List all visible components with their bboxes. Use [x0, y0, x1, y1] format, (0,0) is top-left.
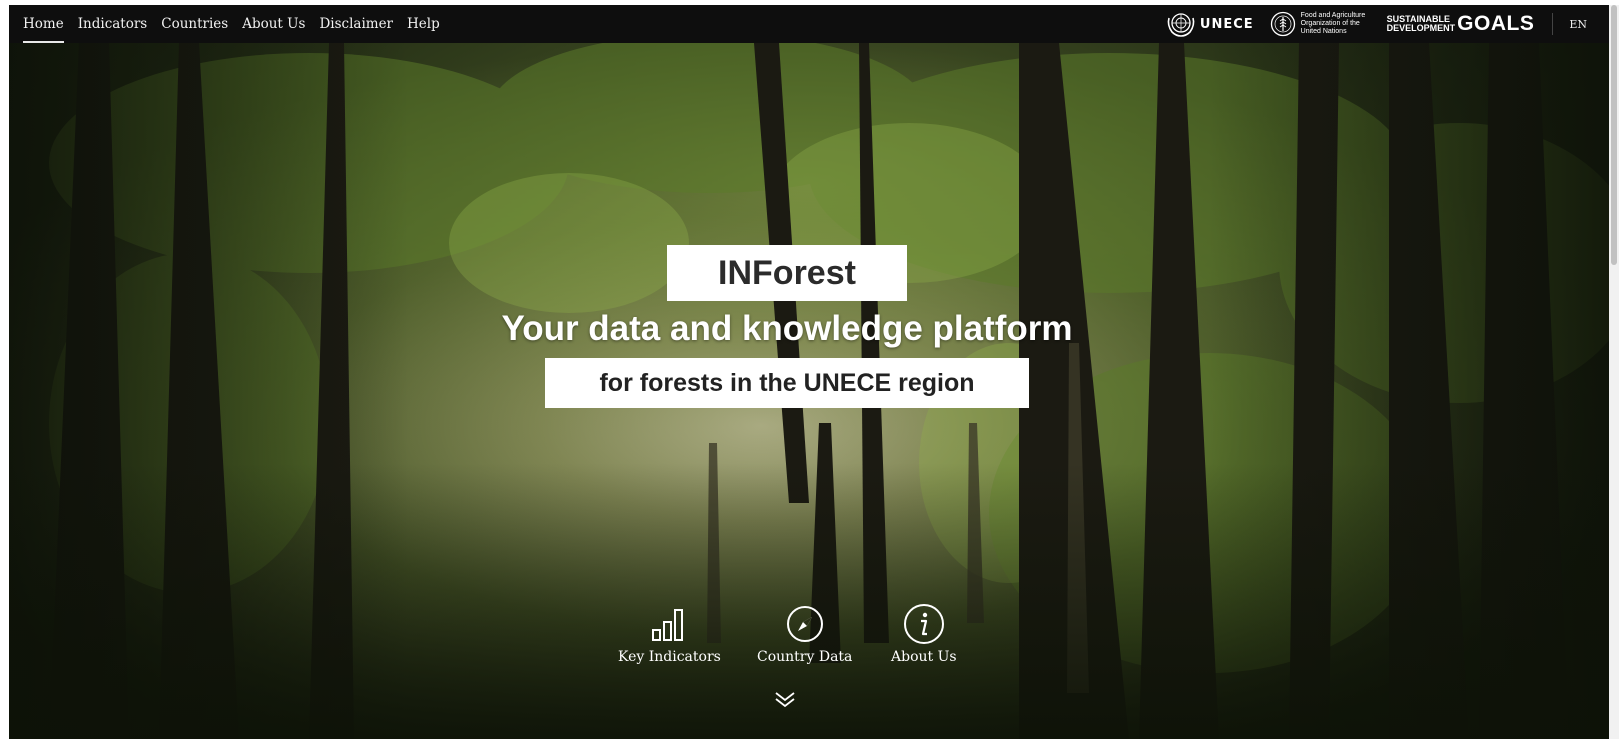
- main-nav: Home Indicators Countries About Us Discl…: [23, 5, 454, 43]
- hero-subtitle: Your data and knowledge platform: [501, 309, 1073, 348]
- fao-emblem-icon: [1270, 11, 1295, 37]
- scroll-down-chevron-icon[interactable]: [774, 691, 796, 713]
- quick-link-about-us[interactable]: About Us: [891, 603, 957, 665]
- quick-link-key-indicators[interactable]: Key Indicators: [618, 603, 721, 665]
- nav-disclaimer[interactable]: Disclaimer: [319, 16, 393, 32]
- nav-home[interactable]: Home: [23, 16, 64, 43]
- fao-logo-text: Food and Agriculture Organization of the…: [1300, 12, 1366, 35]
- browser-viewport: Home Indicators Countries About Us Discl…: [9, 5, 1609, 739]
- sdg-logo-small-text: SUSTAINABLE DEVELOPMENT: [1387, 15, 1456, 33]
- nav-countries[interactable]: Countries: [161, 16, 228, 32]
- quick-link-label: About Us: [891, 649, 957, 665]
- bar-chart-icon: [649, 603, 689, 645]
- hero-tagline: for forests in the UNECE region: [599, 368, 975, 397]
- fao-logo[interactable]: Food and Agriculture Organization of the…: [1270, 11, 1371, 37]
- sdg-goals-text: GOALS: [1457, 12, 1535, 35]
- top-navigation-bar: Home Indicators Countries About Us Discl…: [9, 5, 1609, 43]
- nav-help[interactable]: Help: [407, 16, 440, 32]
- page-scrollbar[interactable]: [1609, 5, 1619, 739]
- partner-logos: UNECE Food and Agriculture Organization …: [1166, 5, 1609, 43]
- quick-link-label: Country Data: [757, 649, 853, 665]
- un-emblem-icon: [1167, 13, 1195, 37]
- sdg-logo[interactable]: SUSTAINABLE DEVELOPMENT GOALS: [1387, 12, 1535, 36]
- scrollbar-thumb[interactable]: [1611, 5, 1617, 265]
- site-title-box: INForest: [667, 245, 907, 301]
- divider: [1552, 13, 1554, 35]
- nav-about-us[interactable]: About Us: [242, 16, 305, 32]
- site-title: INForest: [718, 253, 856, 292]
- info-icon: [903, 603, 945, 645]
- compass-icon: [785, 603, 825, 645]
- hero-tagline-box: for forests in the UNECE region: [545, 358, 1029, 408]
- unece-logo[interactable]: UNECE: [1166, 10, 1254, 38]
- quick-link-label: Key Indicators: [618, 649, 721, 665]
- hero-banner: INForest Your data and knowledge platfor…: [9, 43, 1609, 739]
- language-selector[interactable]: EN: [1569, 18, 1587, 31]
- nav-indicators[interactable]: Indicators: [78, 16, 148, 32]
- sdg-line-2: DEVELOPMENT: [1386, 23, 1456, 33]
- unece-logo-text: UNECE: [1199, 16, 1254, 32]
- quick-link-country-data[interactable]: Country Data: [757, 603, 852, 665]
